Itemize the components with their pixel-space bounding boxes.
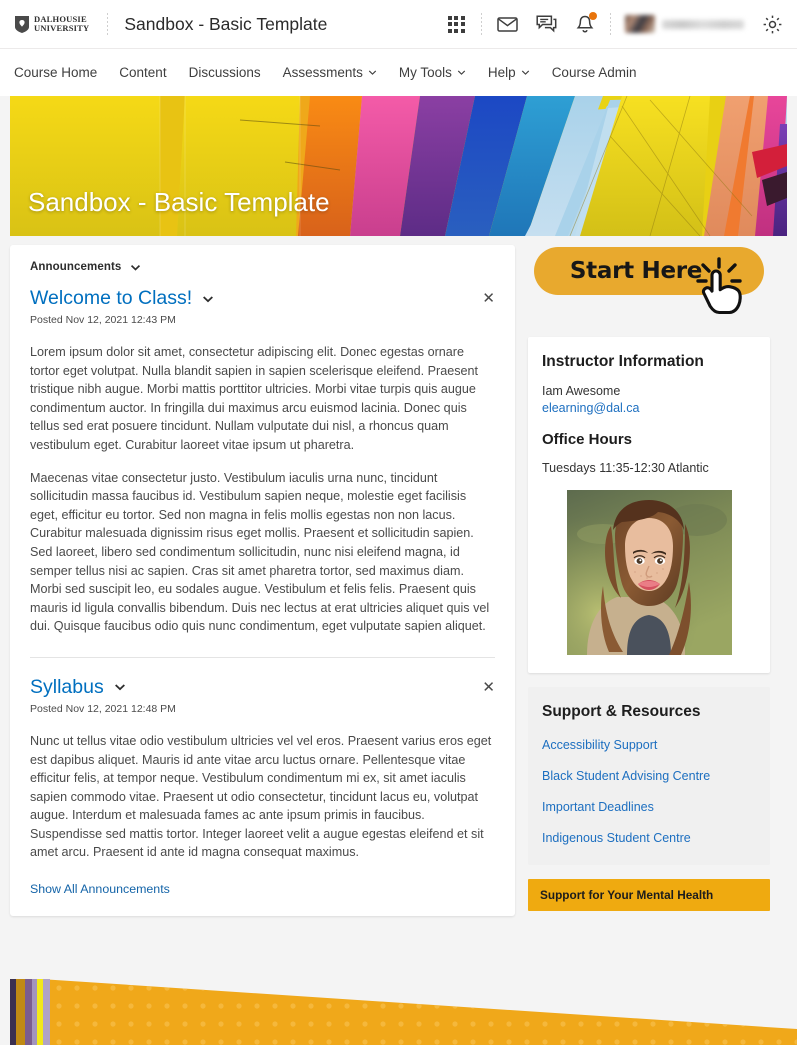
announcement-body: Lorem ipsum dolor sit amet, consectetur …: [30, 343, 495, 636]
instructor-information-card: Instructor Information Iam Awesome elear…: [528, 337, 770, 673]
announcement-title-link[interactable]: Syllabus: [30, 676, 104, 699]
announcements-widget: Announcements ✕ Welcome to Class! Posted…: [10, 245, 515, 917]
announcement-posted-date: Posted Nov 12, 2021 12:48 PM: [30, 702, 176, 715]
chevron-down-icon[interactable]: [114, 681, 126, 693]
user-profile-menu[interactable]: [625, 15, 744, 33]
announcements-header[interactable]: Announcements: [30, 261, 495, 273]
top-navigation-bar: DALHOUSIE UNIVERSITY Sandbox - Basic Tem…: [0, 0, 797, 48]
chevron-down-icon: [368, 70, 377, 75]
nav-item-help[interactable]: Help: [477, 60, 541, 85]
resource-link-black-student-advising-centre[interactable]: Black Student Advising Centre: [542, 769, 756, 783]
bell-icon[interactable]: [574, 12, 597, 35]
nav-label: Content: [119, 65, 167, 80]
nav-item-course-admin[interactable]: Course Admin: [541, 60, 648, 85]
instructor-heading: Instructor Information: [542, 353, 704, 370]
announcement-body: Nunc ut tellus vitae odio vestibulum ult…: [30, 732, 495, 862]
nav-label: Course Home: [14, 65, 98, 80]
page-body: Announcements ✕ Welcome to Class! Posted…: [0, 236, 797, 917]
notification-badge: [589, 12, 597, 20]
nav-item-content[interactable]: Content: [108, 60, 177, 85]
envelope-icon[interactable]: [496, 13, 518, 35]
nav-item-assessments[interactable]: Assessments: [272, 60, 388, 85]
close-icon[interactable]: ✕: [482, 680, 495, 695]
start-here-button[interactable]: Start Here: [534, 247, 764, 315]
announcement-title-link[interactable]: Welcome to Class!: [30, 287, 192, 310]
nav-label: Discussions: [188, 65, 261, 80]
mental-health-support-banner[interactable]: Support for Your Mental Health: [528, 879, 770, 911]
resource-link-important-deadlines[interactable]: Important Deadlines: [542, 800, 756, 814]
instructor-email-link[interactable]: elearning@dal.ca: [542, 401, 756, 415]
divider: [30, 656, 495, 658]
office-hours-heading: Office Hours: [542, 431, 633, 448]
banner-title: Sandbox - Basic Template: [28, 187, 330, 217]
instructor-name: Iam Awesome: [542, 384, 621, 398]
shield-icon: [15, 15, 29, 33]
chevron-down-icon[interactable]: [130, 262, 141, 273]
announcement-item: ✕ Syllabus Posted Nov 12, 2021 12:48 PM …: [30, 676, 495, 862]
page-title: Sandbox - Basic Template: [124, 13, 328, 34]
chat-icon[interactable]: [535, 13, 557, 35]
nav-label: My Tools: [398, 65, 452, 80]
nav-label: Help: [487, 65, 516, 80]
course-banner: Sandbox - Basic Template: [10, 96, 787, 236]
pointing-hand-cursor-icon: [696, 257, 742, 315]
nav-item-course-home[interactable]: Course Home: [14, 60, 108, 85]
support-resources-card: Support & Resources Accessibility Suppor…: [528, 687, 770, 865]
gear-icon[interactable]: [761, 13, 783, 35]
user-name-redacted: [662, 19, 744, 29]
nav-item-my-tools[interactable]: My Tools: [388, 60, 477, 85]
announcement-title-row: Syllabus: [30, 676, 495, 699]
start-here-label: Start Here: [569, 258, 703, 284]
sidebar: Start Here Instructor Information Iam Aw…: [528, 245, 770, 911]
office-hours-value: Tuesdays 11:35-12:30 Atlantic: [542, 461, 709, 475]
portrait-image: [566, 490, 732, 655]
announcement-paragraph: Nunc ut tellus vitae odio vestibulum ult…: [30, 733, 492, 860]
instructor-photo: [566, 490, 732, 655]
topbar-actions: [445, 12, 783, 35]
divider: [610, 13, 611, 35]
close-icon[interactable]: ✕: [482, 291, 495, 306]
chevron-down-icon: [521, 70, 529, 75]
announcement-paragraph: Lorem ipsum dolor sit amet, consectetur …: [30, 345, 479, 452]
resource-link-indigenous-student-centre[interactable]: Indigenous Student Centre: [542, 831, 756, 845]
show-all-announcements-link[interactable]: Show All Announcements: [30, 882, 170, 896]
resource-link-accessibility-support[interactable]: Accessibility Support: [542, 738, 756, 752]
logo-line-2: UNIVERSITY: [34, 23, 90, 33]
divider: [107, 13, 109, 35]
nav-item-discussions[interactable]: Discussions: [178, 60, 272, 85]
chevron-down-icon[interactable]: [202, 293, 214, 305]
announcement-posted-date: Posted Nov 12, 2021 12:43 PM: [30, 314, 176, 326]
footer-decorative-graphic: [10, 979, 797, 1045]
announcement-item: ✕ Welcome to Class! Posted Nov 12, 2021 …: [30, 287, 495, 636]
support-heading: Support & Resources: [542, 703, 701, 720]
nav-label: Course Admin: [551, 65, 637, 80]
divider: [481, 13, 482, 35]
start-here-widget: Start Here: [528, 245, 770, 323]
announcement-paragraph: Maecenas vitae consectetur justo. Vestib…: [30, 470, 490, 634]
announcements-widget-label: Announcements: [30, 261, 122, 273]
course-navbar: Course Home Content Discussions Assessme…: [0, 48, 797, 96]
dalhousie-logo[interactable]: DALHOUSIE UNIVERSITY: [14, 14, 90, 34]
avatar: [625, 15, 655, 33]
chevron-down-icon: [457, 70, 466, 75]
announcement-title-row: Welcome to Class!: [30, 287, 495, 310]
waffle-apps-icon[interactable]: [445, 13, 467, 35]
nav-label: Assessments: [282, 65, 363, 80]
